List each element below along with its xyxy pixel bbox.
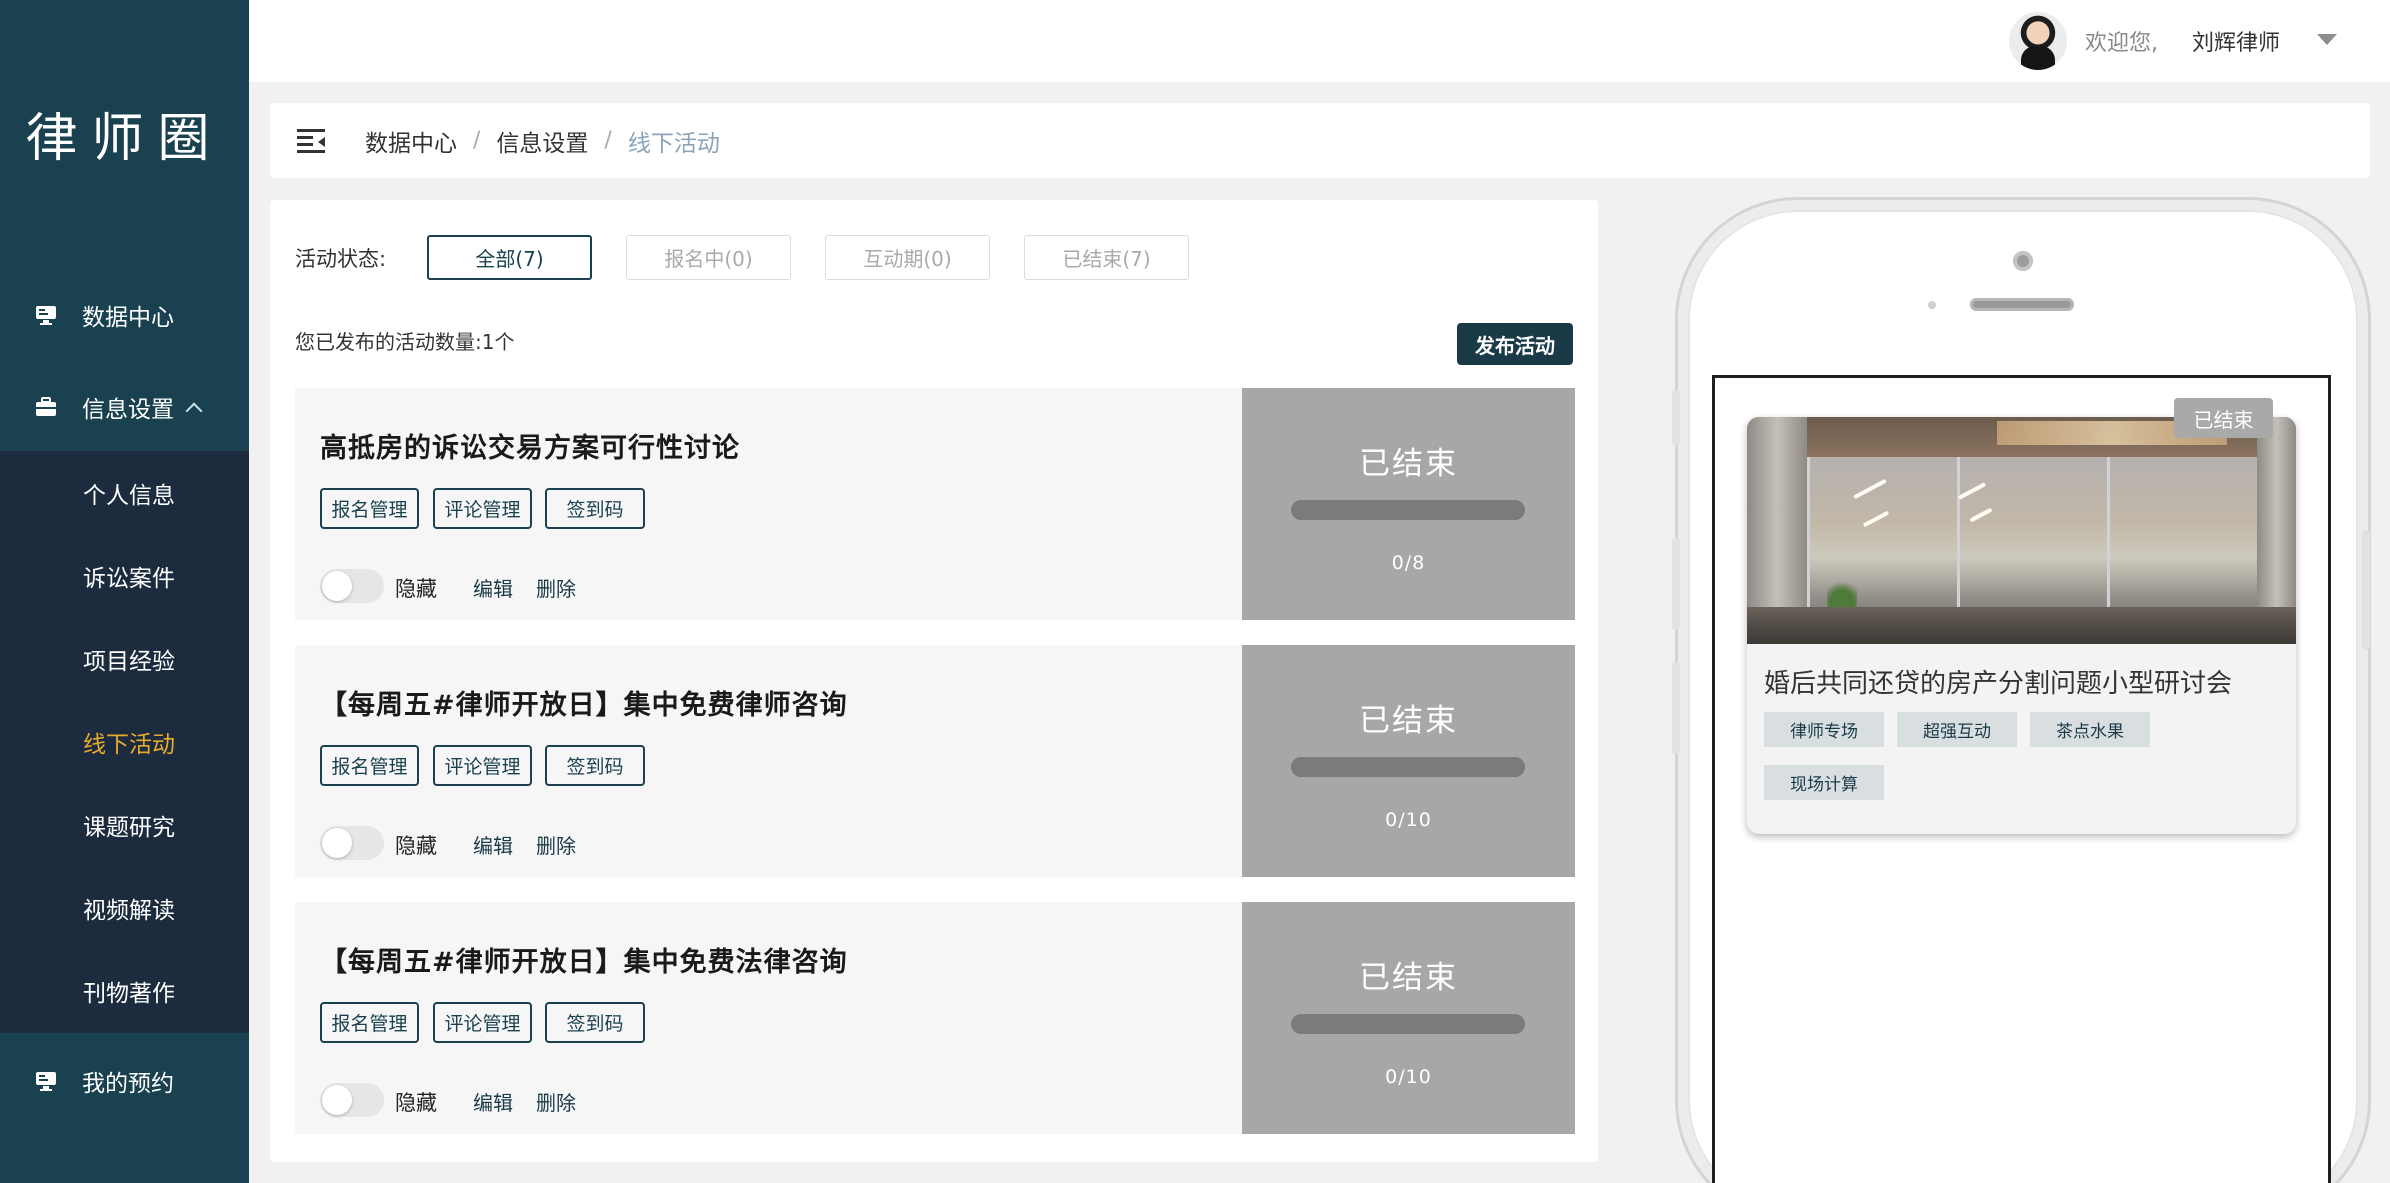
checkin-code-button[interactable]: 签到码	[545, 488, 645, 529]
submenu: 个人信息 诉讼案件 项目经验 线下活动 课题研究 视频解读 刊物著作	[0, 451, 249, 1033]
phone-mute-switch	[1672, 390, 1680, 445]
activity-status-box: 已结束 0/8	[1242, 388, 1575, 620]
monitor-icon	[34, 304, 58, 326]
phone-sensor	[1928, 301, 1936, 309]
preview-tag: 现场计算	[1764, 765, 1884, 800]
phone-volume-up	[1672, 538, 1680, 630]
filter-all[interactable]: 全部(7)	[427, 235, 592, 280]
phone-speaker	[1970, 298, 2074, 311]
nav-item-info-settings[interactable]: 信息设置	[0, 362, 249, 452]
submenu-item-profile[interactable]: 个人信息	[0, 451, 249, 534]
signup-manage-button[interactable]: 报名管理	[320, 745, 419, 786]
breadcrumb-separator: /	[473, 128, 481, 153]
activity-title[interactable]: 【每周五#律师开放日】集中免费律师咨询	[320, 683, 848, 722]
breadcrumb-bar: 数据中心 / 信息设置 / 线下活动	[270, 103, 2370, 178]
comment-manage-button[interactable]: 评论管理	[433, 745, 532, 786]
app-logo: 律师圈	[25, 109, 224, 169]
status-text: 已结束	[1359, 446, 1458, 482]
comment-manage-button[interactable]: 评论管理	[433, 488, 532, 529]
preview-activity-card[interactable]: 婚后共同还贷的房产分割问题小型研讨会 律师专场 超强互动 茶点水果 现场计算	[1747, 417, 2296, 834]
submenu-item-projects[interactable]: 项目经验	[0, 617, 249, 700]
filter-registering[interactable]: 报名中(0)	[626, 235, 791, 280]
activity-title[interactable]: 高抵房的诉讼交易方案可行性讨论	[320, 426, 740, 465]
breadcrumb-separator: /	[604, 128, 612, 153]
submenu-item-litigation[interactable]: 诉讼案件	[0, 534, 249, 617]
hide-toggle[interactable]	[320, 569, 384, 603]
hide-label: 隐藏	[395, 577, 437, 601]
activity-panel: 活动状态: 全部(7) 报名中(0) 互动期(0) 已结束(7) 您已发布的活动…	[270, 200, 1598, 1162]
activity-card: 高抵房的诉讼交易方案可行性讨论 报名管理 评论管理 签到码 隐藏 编辑 删除 已…	[295, 388, 1575, 620]
hide-label: 隐藏	[395, 1091, 437, 1115]
signup-manage-button[interactable]: 报名管理	[320, 488, 419, 529]
nav-item-data-center[interactable]: 数据中心	[0, 270, 249, 360]
sidebar: 律师圈 数据中心 信息设置 个人信息 诉讼案件 项目经验 线下活动 课题研究 视…	[0, 0, 249, 1183]
edit-link[interactable]: 编辑	[473, 573, 513, 602]
phone-volume-down	[1672, 662, 1680, 754]
preview-ended-badge: 已结束	[2174, 398, 2273, 438]
activity-card: 【每周五#律师开放日】集中免费律师咨询 报名管理 评论管理 签到码 隐藏 编辑 …	[295, 645, 1575, 877]
nav-item-label: 我的预约	[82, 1071, 174, 1097]
activity-title[interactable]: 【每周五#律师开放日】集中免费法律咨询	[320, 940, 848, 979]
activity-card: 【每周五#律师开放日】集中免费法律咨询 报名管理 评论管理 签到码 隐藏 编辑 …	[295, 902, 1575, 1134]
breadcrumb-item[interactable]: 信息设置	[496, 124, 588, 158]
submenu-item-offline-activities[interactable]: 线下活动	[0, 700, 249, 783]
delete-link[interactable]: 删除	[536, 573, 576, 602]
edit-link[interactable]: 编辑	[473, 1087, 513, 1116]
checkin-code-button[interactable]: 签到码	[545, 745, 645, 786]
filter-interacting[interactable]: 互动期(0)	[825, 235, 990, 280]
delete-link[interactable]: 删除	[536, 830, 576, 859]
caret-down-icon[interactable]	[2317, 34, 2337, 45]
phone-camera	[2013, 251, 2033, 271]
chevron-up-icon	[185, 402, 203, 420]
submenu-item-video[interactable]: 视频解读	[0, 866, 249, 949]
briefcase-icon	[34, 396, 58, 418]
registration-progress	[1291, 757, 1525, 777]
username[interactable]: 刘辉律师	[2192, 25, 2280, 57]
nav-item-label: 信息设置	[82, 397, 174, 423]
activity-status-box: 已结束 0/10	[1242, 902, 1575, 1134]
activity-photo	[1747, 417, 2296, 644]
hide-label: 隐藏	[395, 834, 437, 858]
activity-count-text: 您已发布的活动数量:1个	[295, 330, 515, 354]
delete-link[interactable]: 删除	[536, 1087, 576, 1116]
checkin-code-button[interactable]: 签到码	[545, 1002, 645, 1043]
publish-activity-button[interactable]: 发布活动	[1457, 323, 1573, 365]
preview-tag: 超强互动	[1897, 712, 2017, 747]
nav-item-label: 数据中心	[82, 305, 174, 331]
activity-status-box: 已结束 0/10	[1242, 645, 1575, 877]
edit-link[interactable]: 编辑	[473, 830, 513, 859]
status-text: 已结束	[1359, 703, 1458, 739]
signup-manage-button[interactable]: 报名管理	[320, 1002, 419, 1043]
submenu-item-publications[interactable]: 刊物著作	[0, 949, 249, 1032]
registration-ratio: 0/8	[1391, 552, 1426, 574]
welcome-text: 欢迎您,	[2085, 31, 2158, 56]
preview-tag: 律师专场	[1764, 712, 1884, 747]
status-filter-label: 活动状态:	[295, 247, 387, 271]
registration-ratio: 0/10	[1385, 1066, 1432, 1088]
avatar[interactable]	[2009, 12, 2067, 70]
monitor-icon	[34, 1070, 58, 1092]
hide-toggle[interactable]	[320, 826, 384, 860]
preview-title: 婚后共同还贷的房产分割问题小型研讨会	[1764, 669, 2233, 699]
filter-ended[interactable]: 已结束(7)	[1024, 235, 1189, 280]
registration-progress	[1291, 500, 1525, 520]
nav-item-appointments[interactable]: 我的预约	[0, 1036, 249, 1126]
top-header	[249, 0, 2390, 82]
registration-ratio: 0/10	[1385, 809, 1432, 831]
submenu-item-research[interactable]: 课题研究	[0, 783, 249, 866]
preview-tag: 茶点水果	[2030, 712, 2150, 747]
status-text: 已结束	[1359, 960, 1458, 996]
registration-progress	[1291, 1014, 1525, 1034]
breadcrumb-item[interactable]: 数据中心	[365, 124, 457, 158]
hide-toggle[interactable]	[320, 1083, 384, 1117]
phone-power-button	[2362, 530, 2370, 650]
breadcrumb-current: 线下活动	[627, 130, 720, 157]
menu-collapse-icon[interactable]	[297, 128, 325, 153]
comment-manage-button[interactable]: 评论管理	[433, 1002, 532, 1043]
